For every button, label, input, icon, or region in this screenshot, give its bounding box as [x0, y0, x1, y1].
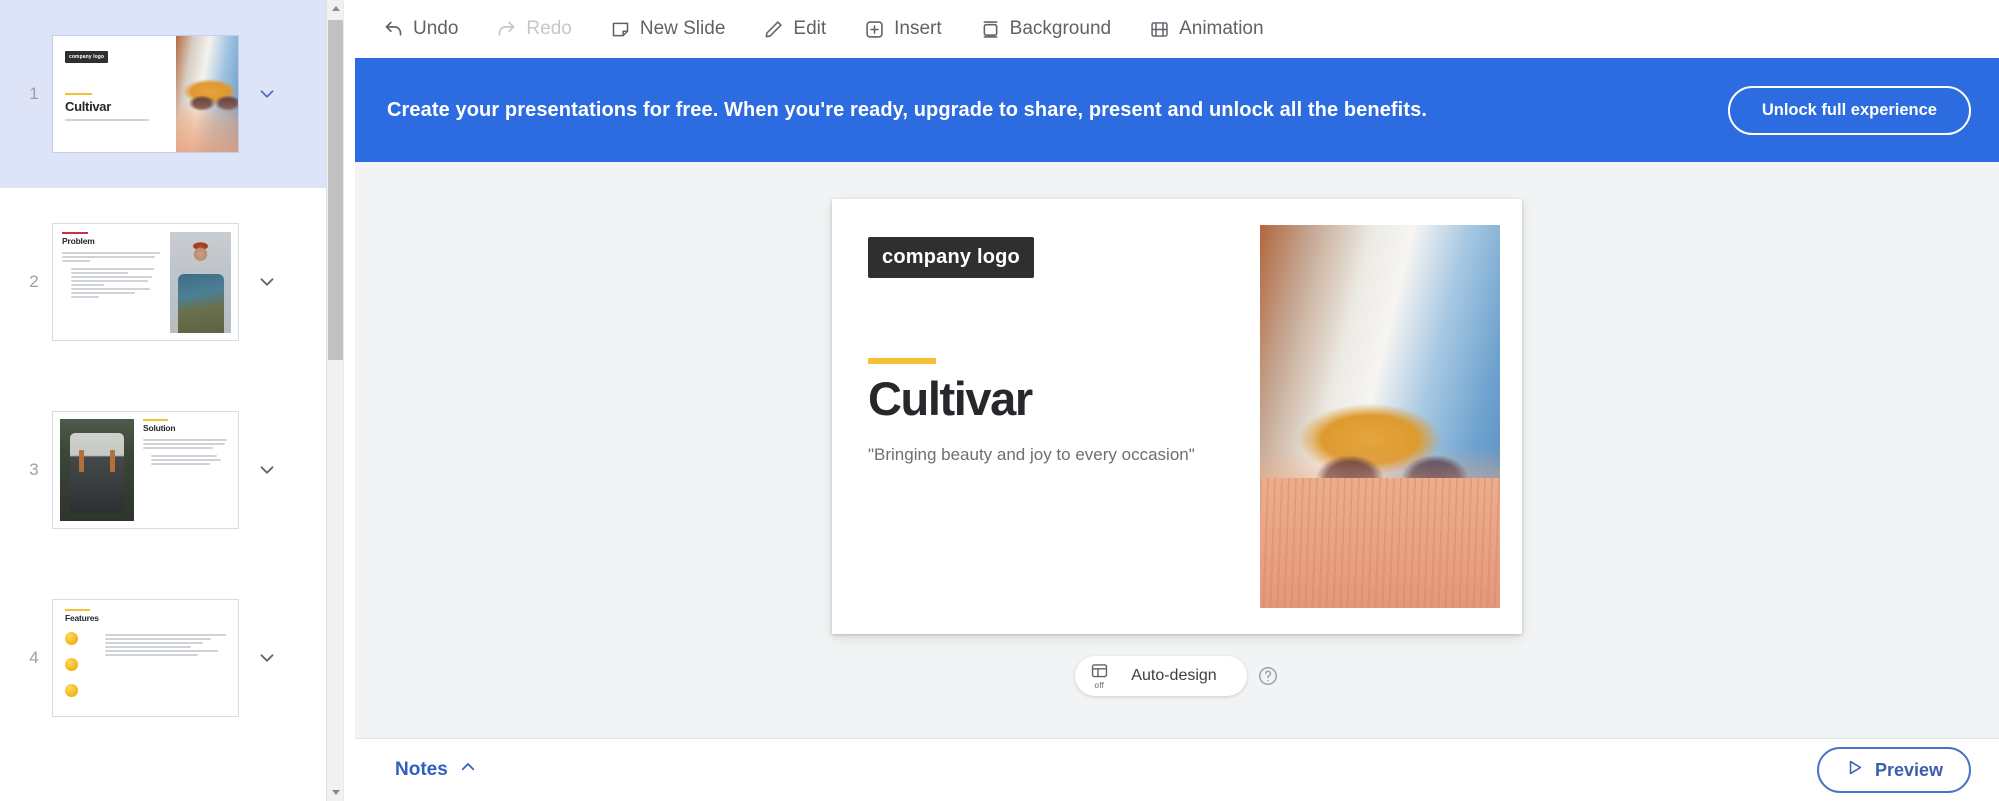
- thumb-title: Solution: [143, 423, 231, 433]
- background-icon: [980, 19, 1001, 40]
- pencil-icon: [763, 19, 784, 40]
- presentation-editor: 1 company logo Cultivar: [0, 0, 1999, 801]
- slide-thumbnail-2[interactable]: Problem: [52, 223, 239, 341]
- slide-item-1[interactable]: 1 company logo Cultivar: [0, 0, 340, 188]
- slide-thumbnail-list: 1 company logo Cultivar: [0, 0, 340, 752]
- thumb-body-lines: [93, 632, 228, 710]
- autodesign-label[interactable]: Auto-design: [1119, 667, 1242, 685]
- editor-toolbar: Undo Redo New Slide: [355, 0, 1999, 58]
- animation-icon: [1149, 19, 1170, 40]
- thumb-title: Cultivar: [65, 99, 176, 114]
- slide-panel-scrollbar[interactable]: [326, 0, 343, 801]
- panel-divider: [343, 0, 355, 801]
- new-slide-label: New Slide: [640, 18, 726, 40]
- chevron-up-icon: [459, 758, 477, 782]
- play-icon: [1845, 758, 1864, 782]
- new-slide-icon: [610, 19, 631, 40]
- thumb-accent-bar: [65, 93, 92, 95]
- preview-button[interactable]: Preview: [1817, 747, 1971, 793]
- layout-icon[interactable]: off: [1079, 656, 1119, 696]
- scrollbar-thumb[interactable]: [328, 20, 343, 360]
- slide-menu-chevron-1[interactable]: [247, 83, 287, 105]
- slide-item-3[interactable]: 3 Solution: [0, 376, 340, 564]
- slide-menu-chevron-3[interactable]: [247, 459, 287, 481]
- notes-label: Notes: [395, 759, 448, 781]
- slide-number: 1: [20, 84, 48, 104]
- new-slide-button[interactable]: New Slide: [596, 12, 740, 46]
- active-slide[interactable]: company logo Cultivar "Bringing beauty a…: [832, 199, 1522, 634]
- slide-item-4[interactable]: 4 Features: [0, 564, 340, 752]
- thumb-title: Features: [65, 613, 228, 623]
- thumb-photo: [60, 419, 134, 521]
- background-button[interactable]: Background: [966, 12, 1125, 46]
- slide-thumbnail-3[interactable]: Solution: [52, 411, 239, 529]
- slide-thumbnail-4[interactable]: Features: [52, 599, 239, 717]
- company-logo-placeholder[interactable]: company logo: [868, 237, 1034, 278]
- slide-title[interactable]: Cultivar: [868, 374, 1260, 423]
- help-circle-icon[interactable]: [1257, 665, 1279, 687]
- plus-square-icon: [864, 19, 885, 40]
- layout-state-label: off: [1094, 681, 1104, 690]
- slide-tagline[interactable]: "Bringing beauty and joy to every occasi…: [868, 445, 1260, 465]
- thumb-feature-icons: [65, 632, 93, 710]
- background-label: Background: [1010, 18, 1111, 40]
- slide-number: 4: [20, 648, 48, 668]
- slide-item-2[interactable]: 2 Problem: [0, 188, 340, 376]
- edit-label: Edit: [793, 18, 826, 40]
- autodesign-toolbar: off Auto-design: [1075, 656, 1278, 696]
- slide-thumbnail-1[interactable]: company logo Cultivar: [52, 35, 239, 153]
- upgrade-banner: Create your presentations for free. When…: [355, 58, 1999, 162]
- autodesign-chip[interactable]: off Auto-design: [1075, 656, 1246, 696]
- slide-number: 2: [20, 272, 48, 292]
- thumb-body-lines: [62, 252, 163, 298]
- undo-label: Undo: [413, 18, 458, 40]
- scroll-down-arrow-icon[interactable]: [327, 784, 344, 801]
- thumb-accent-bar: [65, 609, 90, 611]
- thumb-accent-bar: [62, 232, 88, 234]
- insert-label: Insert: [894, 18, 942, 40]
- thumb-photo: [170, 232, 231, 333]
- slide-canvas-area: company logo Cultivar "Bringing beauty a…: [355, 162, 1999, 738]
- scroll-up-arrow-icon[interactable]: [327, 0, 344, 17]
- editor-main: Undo Redo New Slide: [355, 0, 1999, 801]
- thumb-accent-bar: [143, 419, 168, 421]
- insert-button[interactable]: Insert: [850, 12, 956, 46]
- redo-label: Redo: [526, 18, 571, 40]
- slide-menu-chevron-2[interactable]: [247, 271, 287, 293]
- undo-button[interactable]: Undo: [369, 12, 472, 46]
- banner-message: Create your presentations for free. When…: [387, 99, 1427, 122]
- redo-icon: [496, 19, 517, 40]
- undo-icon: [383, 19, 404, 40]
- slide-accent-bar: [868, 358, 936, 364]
- thumb-photo: [176, 36, 238, 152]
- preview-label: Preview: [1875, 760, 1943, 781]
- thumb-logo: company logo: [65, 51, 108, 63]
- slide-photo-sunglasses[interactable]: [1260, 225, 1500, 608]
- slide-panel: 1 company logo Cultivar: [0, 0, 355, 801]
- thumb-body-lines: [65, 119, 176, 121]
- unlock-full-experience-button[interactable]: Unlock full experience: [1728, 86, 1971, 135]
- animation-button[interactable]: Animation: [1135, 12, 1278, 46]
- notes-toggle-button[interactable]: Notes: [395, 758, 477, 782]
- slide-text-column: company logo Cultivar "Bringing beauty a…: [832, 199, 1260, 634]
- thumb-body-lines: [143, 439, 231, 465]
- animation-label: Animation: [1179, 18, 1264, 40]
- edit-button[interactable]: Edit: [749, 12, 840, 46]
- editor-footer: Notes Preview: [355, 738, 1999, 801]
- slide-number: 3: [20, 460, 48, 480]
- slide-menu-chevron-4[interactable]: [247, 647, 287, 669]
- redo-button[interactable]: Redo: [482, 12, 585, 46]
- thumb-title: Problem: [62, 236, 163, 246]
